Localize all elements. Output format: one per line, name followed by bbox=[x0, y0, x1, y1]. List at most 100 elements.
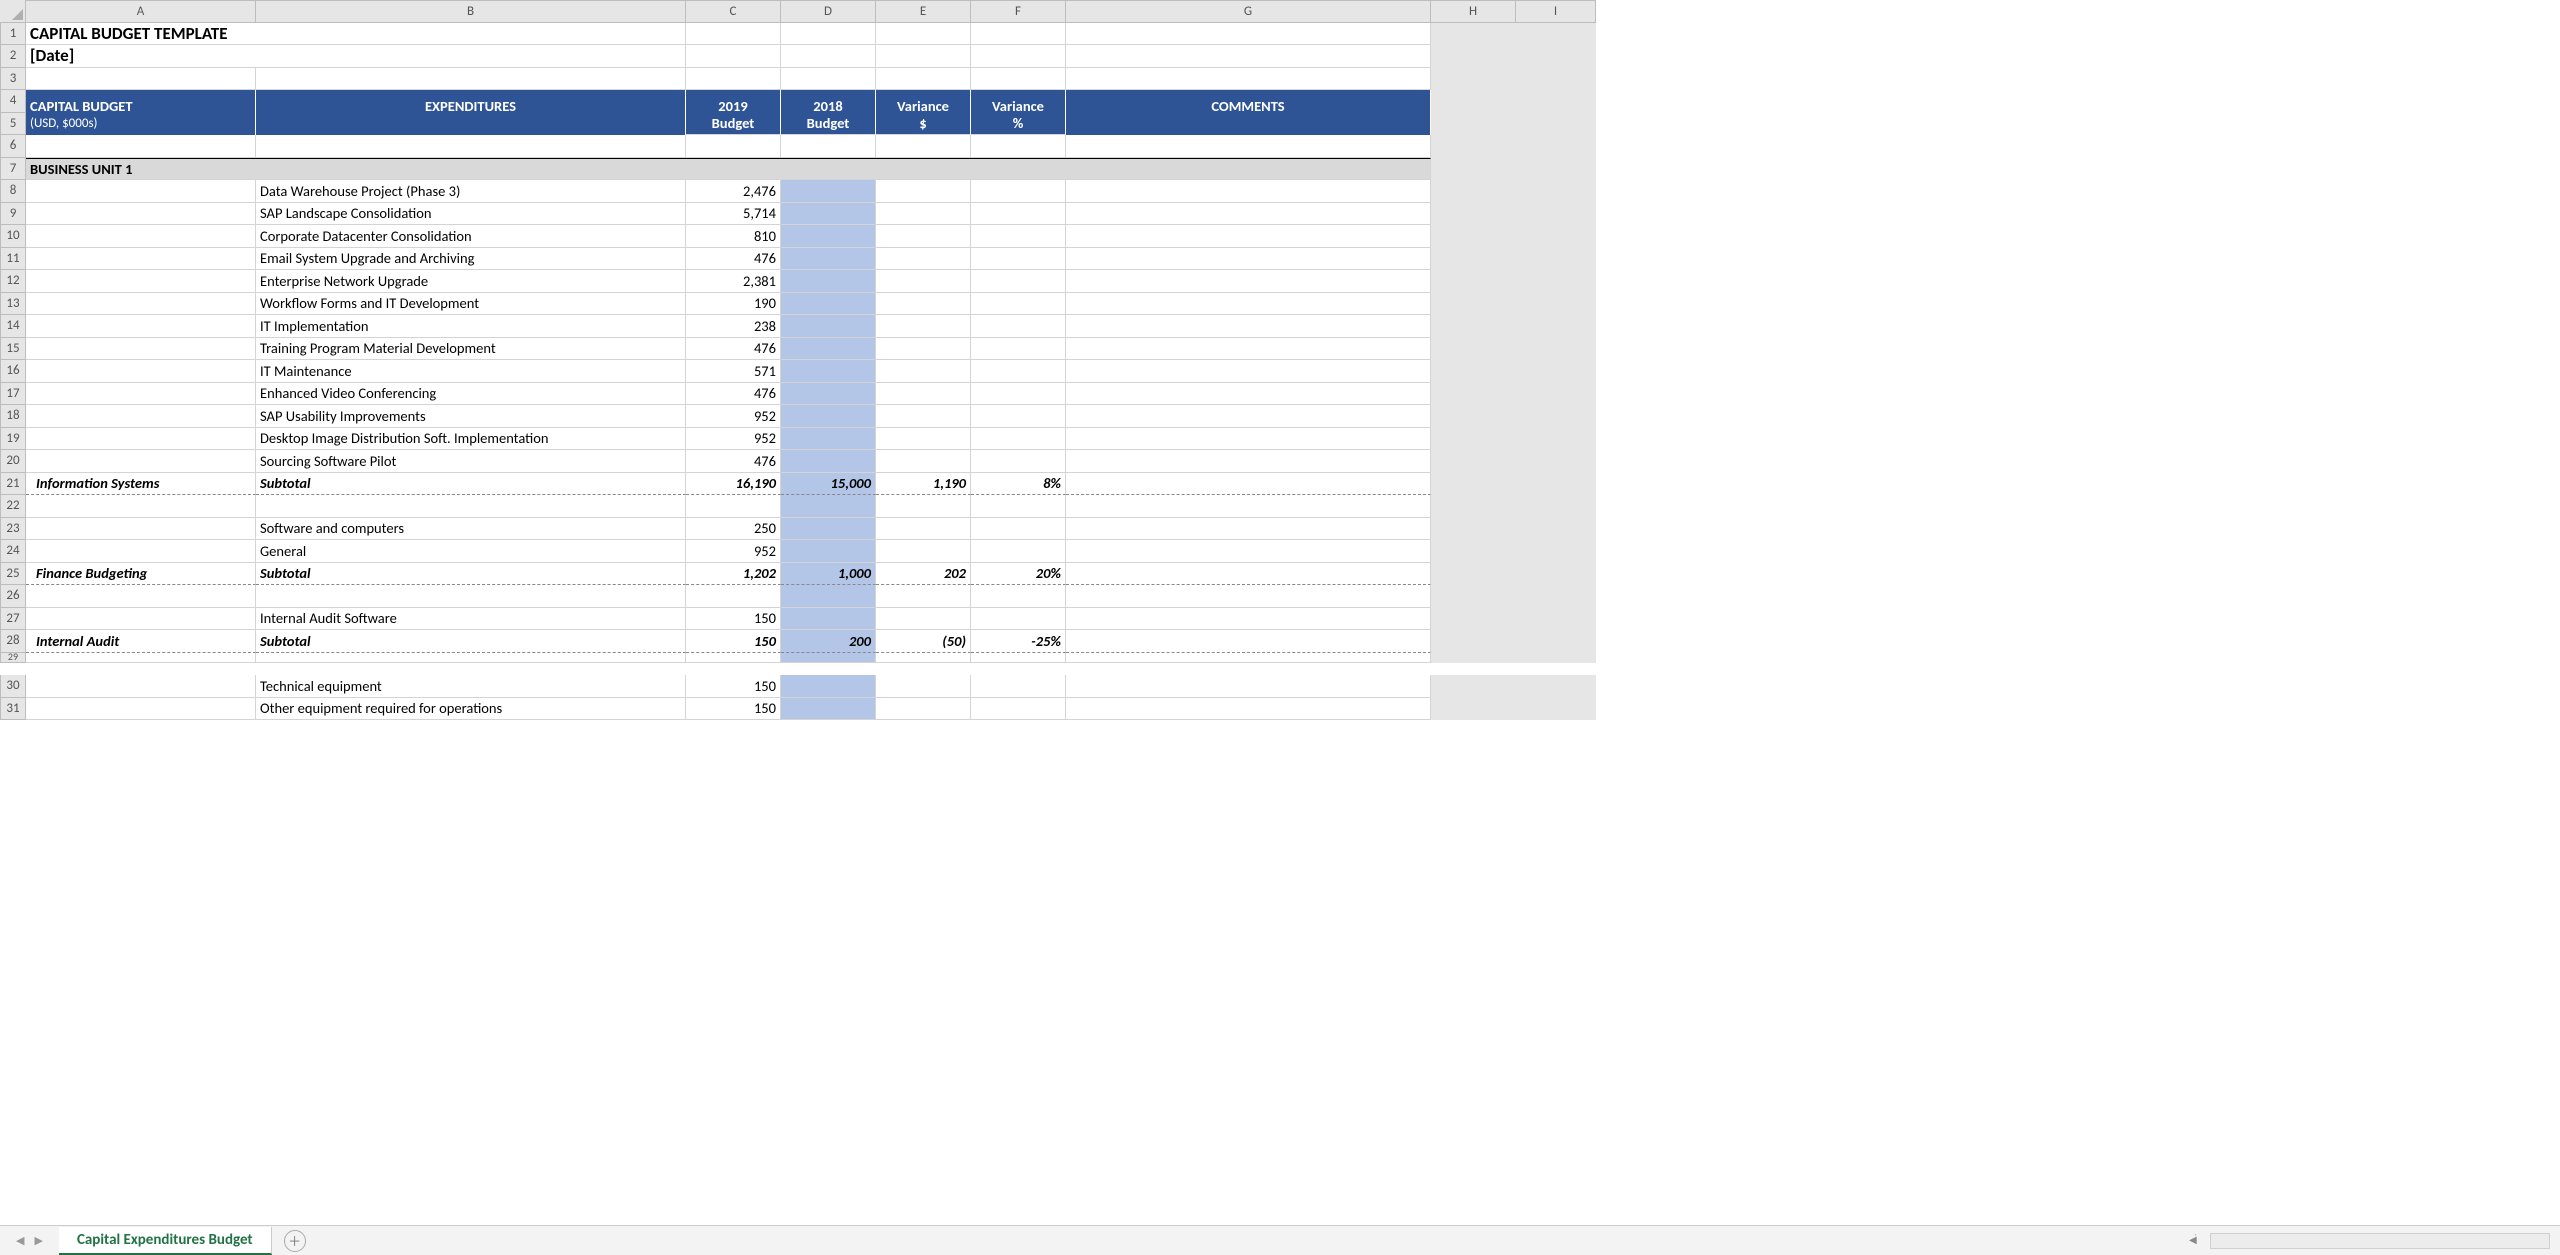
cell-r26-d[interactable] bbox=[781, 585, 876, 608]
budget-2019[interactable]: 150 bbox=[686, 698, 781, 721]
cell-a-14[interactable] bbox=[26, 315, 256, 338]
cell-d1[interactable] bbox=[781, 23, 876, 46]
expenditure-desc[interactable]: Training Program Material Development bbox=[256, 338, 686, 361]
tab-nav-prev-icon[interactable]: ◀ bbox=[16, 1234, 24, 1247]
expenditure-desc[interactable]: Sourcing Software Pilot bbox=[256, 450, 686, 473]
budget-2019[interactable]: 952 bbox=[686, 540, 781, 563]
variance-pct[interactable] bbox=[971, 518, 1066, 541]
expenditure-desc[interactable]: Internal Audit Software bbox=[256, 608, 686, 631]
variance-pct[interactable] bbox=[971, 360, 1066, 383]
comments[interactable] bbox=[1066, 540, 1431, 563]
row-header-4[interactable]: 4 bbox=[0, 90, 26, 113]
cell-h-15[interactable] bbox=[1431, 338, 1516, 361]
budget-2019[interactable]: 571 bbox=[686, 360, 781, 383]
cell-h26[interactable] bbox=[1431, 585, 1516, 608]
row-header-23[interactable]: 23 bbox=[0, 518, 26, 541]
comments[interactable] bbox=[1066, 383, 1431, 406]
variance-dollar[interactable] bbox=[876, 450, 971, 473]
expenditure-desc[interactable]: Email System Upgrade and Archiving bbox=[256, 248, 686, 271]
cell-h-18[interactable] bbox=[1431, 405, 1516, 428]
cell-h3[interactable] bbox=[1431, 68, 1516, 91]
variance-pct[interactable] bbox=[971, 450, 1066, 473]
cell-i-27[interactable] bbox=[1516, 608, 1596, 631]
cell-i5[interactable] bbox=[1516, 113, 1596, 136]
expenditure-desc[interactable]: Enterprise Network Upgrade bbox=[256, 270, 686, 293]
cell-r6-3[interactable] bbox=[781, 135, 876, 158]
variance-dollar[interactable] bbox=[876, 203, 971, 226]
cell-h-14[interactable] bbox=[1431, 315, 1516, 338]
row-header-25[interactable]: 25 bbox=[0, 563, 26, 586]
cell-h-12[interactable] bbox=[1431, 270, 1516, 293]
cell-e1[interactable] bbox=[876, 23, 971, 46]
budget-2019[interactable]: 2,476 bbox=[686, 180, 781, 203]
cell-h-19[interactable] bbox=[1431, 428, 1516, 451]
comments[interactable] bbox=[1066, 428, 1431, 451]
cell-i-28[interactable] bbox=[1516, 630, 1596, 653]
cell-h22[interactable] bbox=[1431, 495, 1516, 518]
row-header-10[interactable]: 10 bbox=[0, 225, 26, 248]
subtotal-comments[interactable] bbox=[1066, 630, 1431, 653]
variance-dollar[interactable] bbox=[876, 360, 971, 383]
variance-pct[interactable] bbox=[971, 675, 1066, 698]
budget-2019[interactable]: 5,714 bbox=[686, 203, 781, 226]
cell-a-16[interactable] bbox=[26, 360, 256, 383]
cell-a-17[interactable] bbox=[26, 383, 256, 406]
cell-d2[interactable] bbox=[781, 45, 876, 68]
cell-i29[interactable] bbox=[1516, 653, 1596, 663]
cell-h-13[interactable] bbox=[1431, 293, 1516, 316]
cell-h-10[interactable] bbox=[1431, 225, 1516, 248]
cell-r22-2[interactable] bbox=[686, 495, 781, 518]
select-all-corner[interactable] bbox=[0, 0, 26, 23]
cell-h-11[interactable] bbox=[1431, 248, 1516, 271]
variance-pct[interactable] bbox=[971, 383, 1066, 406]
budget-2018[interactable] bbox=[781, 293, 876, 316]
cell-r6-1[interactable] bbox=[256, 135, 686, 158]
expenditure-desc[interactable]: IT Implementation bbox=[256, 315, 686, 338]
cell-h2[interactable] bbox=[1431, 45, 1516, 68]
cell-h-25[interactable] bbox=[1431, 563, 1516, 586]
cell-r3-0[interactable] bbox=[26, 68, 256, 91]
budget-2018[interactable] bbox=[781, 360, 876, 383]
cell-r3-2[interactable] bbox=[686, 68, 781, 91]
budget-2019[interactable]: 2,381 bbox=[686, 270, 781, 293]
comments[interactable] bbox=[1066, 270, 1431, 293]
budget-2019[interactable]: 238 bbox=[686, 315, 781, 338]
comments[interactable] bbox=[1066, 608, 1431, 631]
budget-2018[interactable] bbox=[781, 608, 876, 631]
cell-r22b-1[interactable] bbox=[971, 495, 1066, 518]
column-header-E[interactable]: E bbox=[876, 0, 971, 23]
cell-h29[interactable] bbox=[1431, 653, 1516, 663]
cell-h7[interactable] bbox=[1431, 158, 1516, 181]
row-header-14[interactable]: 14 bbox=[0, 315, 26, 338]
cell-i-14[interactable] bbox=[1516, 315, 1596, 338]
cell-i-10[interactable] bbox=[1516, 225, 1596, 248]
cell-h5[interactable] bbox=[1431, 113, 1516, 136]
cell-r26b-1[interactable] bbox=[971, 585, 1066, 608]
cell-i-18[interactable] bbox=[1516, 405, 1596, 428]
row-header-22[interactable]: 22 bbox=[0, 495, 26, 518]
variance-pct[interactable] bbox=[971, 315, 1066, 338]
budget-2019[interactable]: 476 bbox=[686, 248, 781, 271]
column-header-F[interactable]: F bbox=[971, 0, 1066, 23]
row-header-8[interactable]: 8 bbox=[0, 180, 26, 203]
row-header-12[interactable]: 12 bbox=[0, 270, 26, 293]
cell-i3[interactable] bbox=[1516, 68, 1596, 91]
budget-2019[interactable]: 250 bbox=[686, 518, 781, 541]
column-header-D[interactable]: D bbox=[781, 0, 876, 23]
column-header-A[interactable]: A bbox=[26, 0, 256, 23]
expenditure-desc[interactable]: Data Warehouse Project (Phase 3) bbox=[256, 180, 686, 203]
variance-dollar[interactable] bbox=[876, 315, 971, 338]
cell-h-23[interactable] bbox=[1431, 518, 1516, 541]
cell-a-27[interactable] bbox=[26, 608, 256, 631]
variance-pct[interactable] bbox=[971, 203, 1066, 226]
row-header-30[interactable]: 30 bbox=[0, 675, 26, 698]
cell-i-13[interactable] bbox=[1516, 293, 1596, 316]
variance-dollar[interactable] bbox=[876, 428, 971, 451]
cell-h-9[interactable] bbox=[1431, 203, 1516, 226]
budget-2019[interactable]: 150 bbox=[686, 608, 781, 631]
subtotal-2018[interactable]: 15,000 bbox=[781, 473, 876, 496]
comments[interactable] bbox=[1066, 450, 1431, 473]
comments[interactable] bbox=[1066, 698, 1431, 721]
budget-2018[interactable] bbox=[781, 428, 876, 451]
variance-dollar[interactable] bbox=[876, 225, 971, 248]
